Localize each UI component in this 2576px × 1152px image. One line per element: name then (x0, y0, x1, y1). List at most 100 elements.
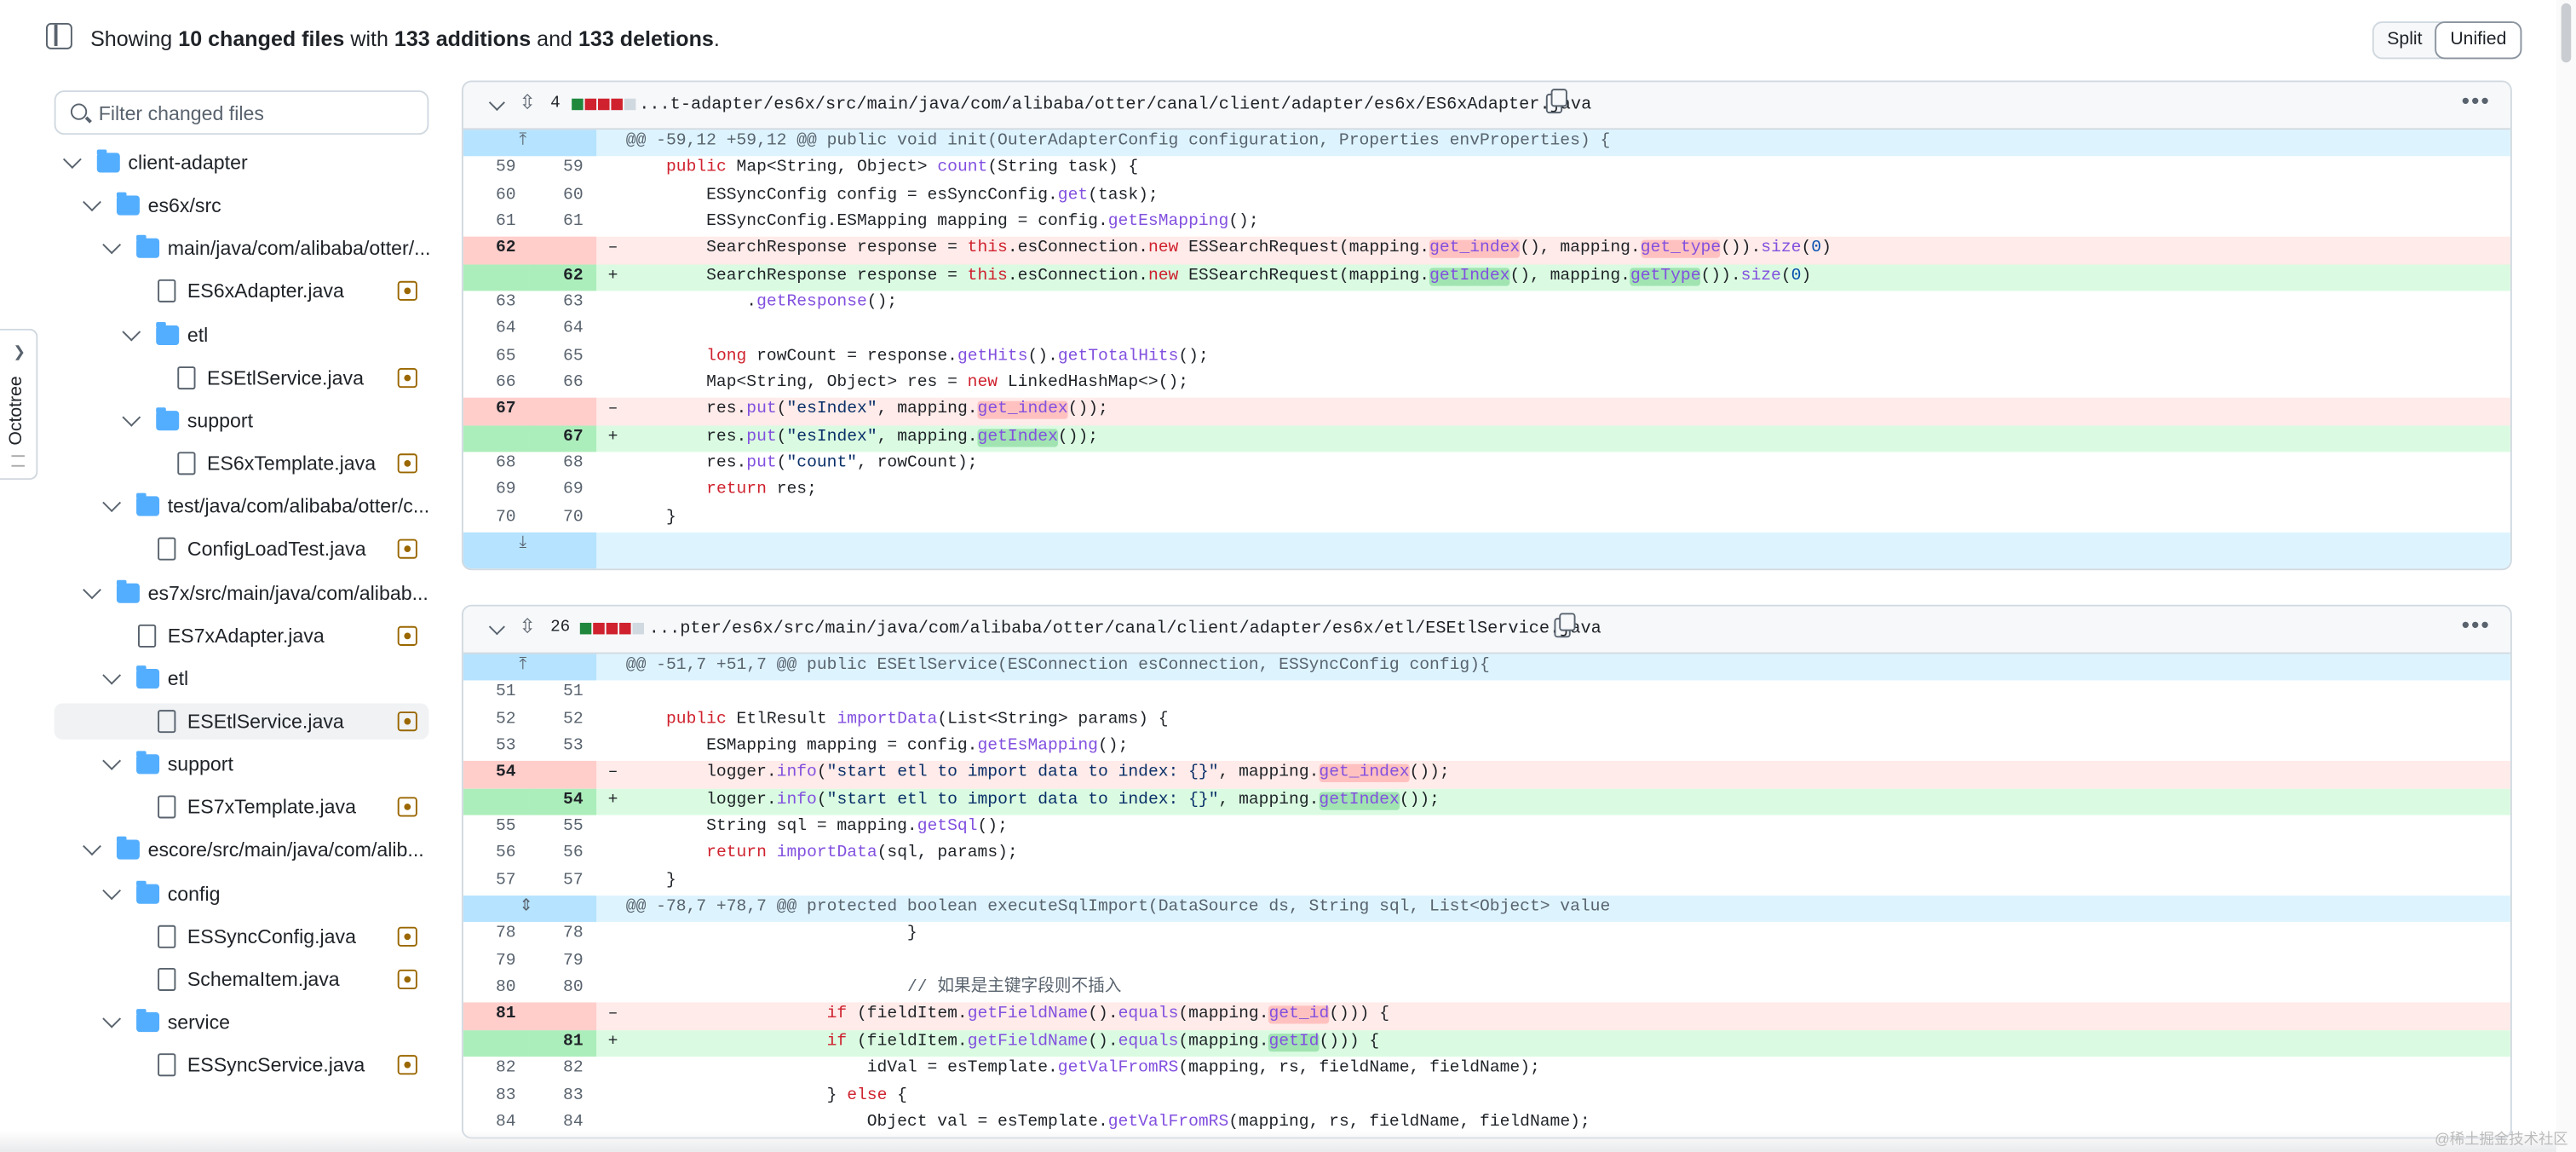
old-line-number[interactable]: 82 (463, 1057, 529, 1084)
new-line-number[interactable]: 81 (529, 1029, 597, 1057)
tree-file[interactable]: ES7xTemplate.java (55, 789, 429, 825)
old-line-number[interactable]: 51 (463, 681, 529, 708)
tree-folder[interactable]: escore/src/main/java/com/alib... (55, 832, 429, 868)
new-line-number[interactable] (529, 1003, 597, 1030)
tree-file[interactable]: ES6xAdapter.java (55, 274, 429, 309)
chevron-down-icon[interactable] (83, 193, 101, 212)
old-line-number[interactable] (463, 788, 530, 815)
old-line-number[interactable] (463, 1029, 530, 1057)
new-line-number[interactable]: 69 (529, 479, 596, 506)
old-line-number[interactable]: 57 (463, 869, 529, 896)
new-line-number[interactable]: 61 (529, 210, 596, 238)
scrollbar[interactable] (2556, 0, 2576, 1152)
new-line-number[interactable]: 78 (529, 923, 596, 950)
old-line-number[interactable]: 53 (463, 734, 529, 762)
tree-folder[interactable]: client-adapter (55, 145, 429, 181)
old-line-number[interactable]: 65 (463, 345, 529, 372)
tree-folder[interactable]: test/java/com/alibaba/otter/c... (55, 488, 429, 524)
tree-file[interactable]: ES6xTemplate.java (55, 446, 429, 481)
new-line-number[interactable]: 56 (529, 842, 596, 869)
new-line-number[interactable]: 64 (529, 318, 596, 345)
old-line-number[interactable]: 62 (463, 237, 530, 264)
old-line-number[interactable]: 80 (463, 976, 529, 1004)
tree-folder[interactable]: etl (55, 316, 429, 352)
tree-folder[interactable]: es6x/src (55, 187, 429, 223)
tree-file[interactable]: ConfigLoadTest.java (55, 532, 429, 567)
chevron-down-icon[interactable] (102, 752, 122, 771)
new-line-number[interactable] (529, 398, 597, 426)
new-line-number[interactable]: 67 (529, 425, 597, 452)
expand-up-icon[interactable]: ⤒ (519, 130, 526, 157)
collapse-chevron-icon[interactable] (488, 94, 505, 112)
tree-file[interactable]: SchemaItem.java (55, 961, 429, 997)
more-options-icon[interactable]: ••• (2462, 87, 2491, 113)
toggle-sidebar-icon[interactable] (46, 23, 72, 49)
chevron-down-icon[interactable] (122, 321, 141, 341)
old-line-number[interactable]: 64 (463, 318, 529, 345)
file-path[interactable]: ...t-adapter/es6x/src/main/java/com/alib… (639, 95, 1591, 115)
old-line-number[interactable]: 67 (463, 398, 530, 426)
new-line-number[interactable]: 55 (529, 815, 596, 843)
expand-both-icon[interactable]: ⇕ (519, 896, 532, 923)
new-line-number[interactable]: 66 (529, 372, 596, 399)
old-line-number[interactable]: 56 (463, 842, 529, 869)
collapse-chevron-icon[interactable] (488, 619, 505, 636)
octotree-tab[interactable]: ❯ Octotree (0, 328, 38, 481)
new-line-number[interactable]: 52 (529, 708, 596, 735)
old-line-number[interactable] (463, 263, 530, 291)
tree-file[interactable]: ESSyncService.java (55, 1047, 429, 1083)
chevron-down-icon[interactable] (102, 236, 122, 255)
tree-file[interactable]: ESEtlService.java (55, 360, 429, 395)
old-line-number[interactable]: 81 (463, 1003, 530, 1030)
new-line-number[interactable] (529, 761, 597, 789)
old-line-number[interactable]: 83 (463, 1084, 529, 1111)
more-options-icon[interactable]: ••• (2462, 611, 2491, 637)
chevron-down-icon[interactable] (83, 579, 101, 599)
file-path[interactable]: ...pter/es6x/src/main/java/com/alibaba/o… (649, 619, 1601, 639)
tree-folder[interactable]: support (55, 746, 429, 782)
scrollbar-thumb[interactable] (2561, 3, 2572, 63)
new-line-number[interactable]: 62 (529, 263, 597, 291)
copy-path-icon[interactable] (1554, 613, 1576, 638)
new-line-number[interactable]: 60 (529, 183, 596, 210)
new-line-number[interactable]: 59 (529, 157, 596, 184)
new-line-number[interactable] (529, 237, 597, 264)
old-line-number[interactable]: 52 (463, 708, 529, 735)
filter-files-field[interactable] (54, 90, 429, 135)
new-line-number[interactable]: 65 (529, 345, 596, 372)
chevron-down-icon[interactable] (83, 838, 101, 856)
expand-down-icon[interactable]: ⤓ (519, 533, 526, 560)
old-line-number[interactable]: 54 (463, 761, 530, 789)
tree-folder[interactable]: config (55, 875, 429, 911)
tree-folder[interactable]: main/java/com/alibaba/otter/... (55, 231, 430, 267)
expand-all-icon[interactable]: ⇳ (519, 90, 535, 113)
old-line-number[interactable]: 69 (463, 479, 529, 506)
expand-up-icon[interactable]: ⤒ (519, 654, 526, 682)
unified-view-button[interactable]: Unified (2435, 21, 2521, 60)
old-line-number[interactable]: 68 (463, 452, 529, 480)
new-line-number[interactable]: 80 (529, 976, 596, 1004)
old-line-number[interactable]: 79 (463, 949, 529, 976)
new-line-number[interactable]: 70 (529, 506, 596, 533)
chevron-down-icon[interactable] (102, 493, 122, 513)
new-line-number[interactable]: 68 (529, 452, 596, 480)
chevron-down-icon[interactable] (62, 150, 82, 169)
new-line-number[interactable]: 82 (529, 1057, 596, 1084)
tree-file[interactable]: ESEtlService.java (54, 703, 429, 740)
tree-file[interactable]: ESSyncConfig.java (55, 918, 429, 953)
old-line-number[interactable]: 60 (463, 183, 529, 210)
new-line-number[interactable]: 53 (529, 734, 596, 762)
split-view-button[interactable]: Split (2374, 23, 2435, 58)
old-line-number[interactable]: 63 (463, 291, 529, 318)
expand-all-icon[interactable]: ⇳ (519, 614, 535, 637)
tree-folder[interactable]: etl (55, 660, 429, 696)
new-line-number[interactable]: 83 (529, 1084, 596, 1111)
chevron-down-icon[interactable] (122, 407, 141, 427)
new-line-number[interactable]: 57 (529, 869, 596, 896)
old-line-number[interactable]: 66 (463, 372, 529, 399)
tree-folder[interactable]: support (55, 402, 429, 438)
tree-folder[interactable]: es7x/src/main/java/com/alibab... (55, 574, 429, 610)
filter-files-input[interactable] (98, 98, 419, 129)
old-line-number[interactable]: 70 (463, 506, 529, 533)
tree-file[interactable]: ES7xAdapter.java (55, 617, 429, 653)
